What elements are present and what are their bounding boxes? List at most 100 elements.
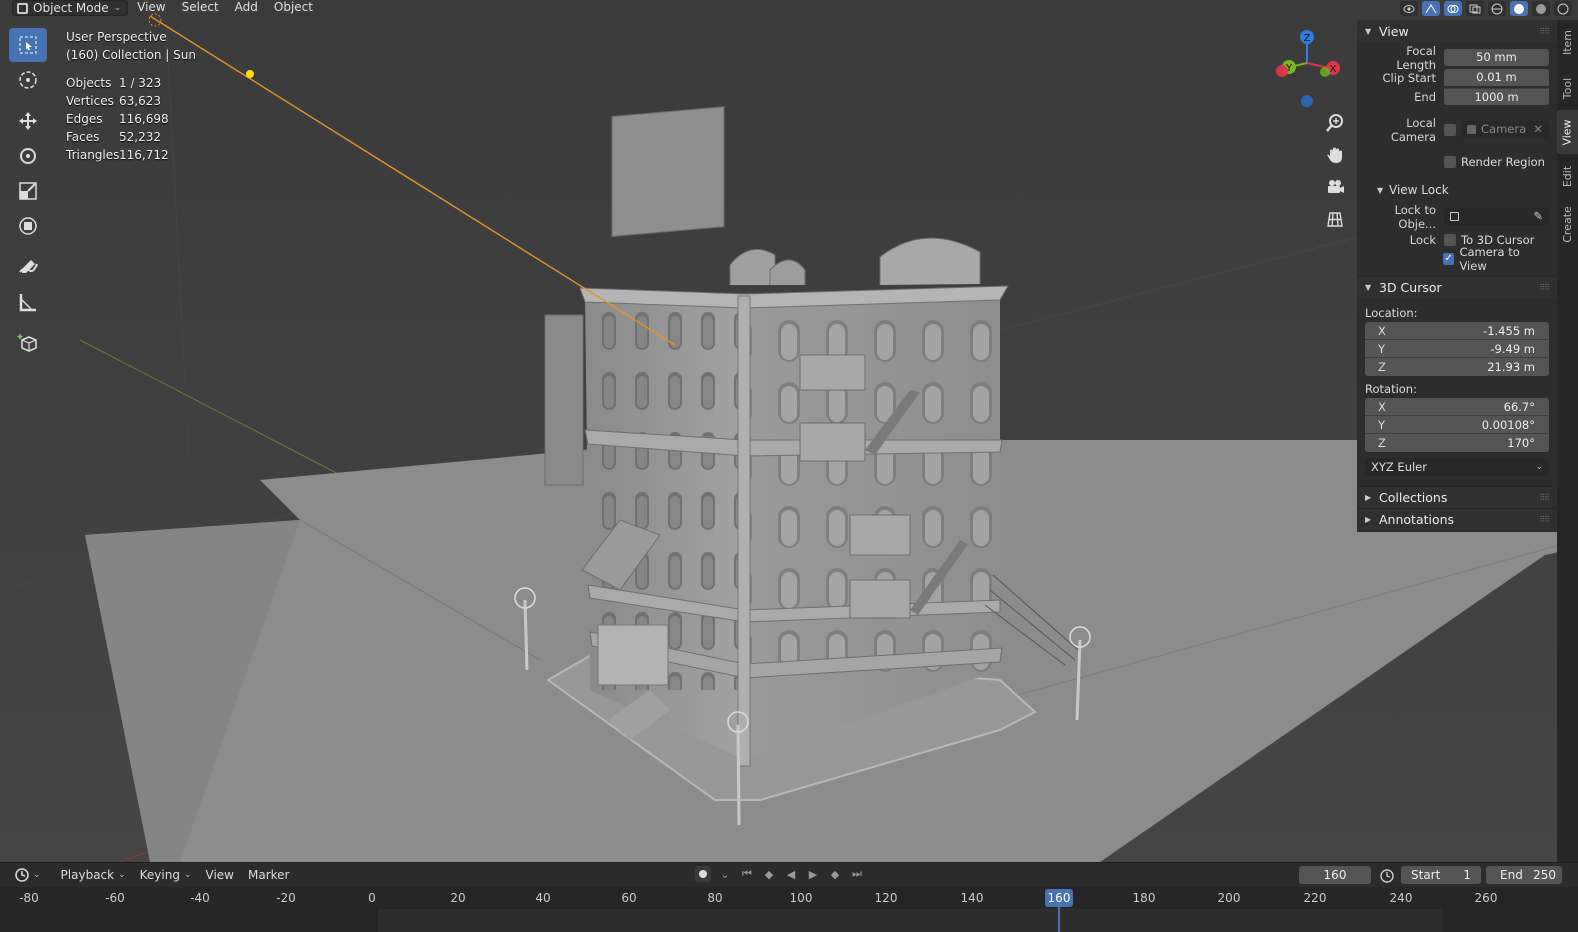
tab-label: Tool [1561,77,1574,99]
current-frame-field[interactable]: 160 [1299,866,1371,884]
jump-next-key-button[interactable]: ◆ [827,866,843,882]
tab-label: Create [1561,205,1574,243]
view-lock-subpanel-header[interactable]: ▼ View Lock [1365,181,1549,199]
rotation-mode-select[interactable]: XYZ Euler ⌄ [1365,458,1549,476]
tab-item[interactable]: Item [1557,20,1578,64]
menu-object[interactable]: Object [267,0,320,16]
camera-to-view-checkbox[interactable]: ✓ [1442,252,1455,265]
preview-range-icon[interactable] [1379,867,1395,883]
zoom-button[interactable] [1320,110,1350,136]
clip-end-field[interactable]: 1000 m [1444,88,1549,105]
drag-handle-icon[interactable]: ⠿⠿ [1539,283,1550,292]
rotation-x-field[interactable]: X 66.7° [1365,398,1549,416]
menu-label: Keying [139,868,180,882]
menu-select[interactable]: Select [175,0,226,16]
mode-selector[interactable]: Object Mode ⌄ [12,0,129,16]
camera-icon [1328,180,1344,193]
measure-tool[interactable] [9,285,47,319]
camera-field[interactable]: Camera ✕ [1461,121,1549,138]
collections-panel-header[interactable]: ▶ Collections ⠿⠿ [1357,486,1557,508]
rendered-shading-icon[interactable] [1554,1,1572,16]
menu-marker[interactable]: Marker [241,868,296,882]
tab-tool[interactable]: Tool [1557,68,1578,108]
rotation-z-field[interactable]: Z 170° [1365,434,1549,452]
view-name: User Perspective [66,30,167,44]
material-shading-icon[interactable] [1532,1,1550,16]
clear-icon[interactable]: ✕ [1533,121,1543,138]
playback-controls: ⌄ ⏮ ◆ ◀ ▶ ◆ ⏭ [695,866,865,882]
menu-timeline-view[interactable]: View [199,868,241,882]
ruler-icon [19,294,36,312]
overlay-toggle-icon[interactable] [1444,1,1462,16]
focal-length-field[interactable]: 50 mm [1444,49,1549,66]
camera-view-button[interactable] [1320,174,1350,200]
select-box-tool[interactable] [9,28,47,62]
drag-handle-icon[interactable]: ⠿⠿ [1539,27,1550,36]
menu-playback[interactable]: Playback ⌄ [54,868,133,882]
menu-keying[interactable]: Keying ⌄ [133,868,199,882]
axis-value: 21.93 m [1487,360,1535,374]
stat-row: Vertices 63,623 [66,92,169,110]
solid-shading-icon[interactable] [1510,1,1528,16]
annotate-tool[interactable] [9,250,47,284]
tab-view[interactable]: View [1557,110,1578,154]
timeline-header: ⌄ Playback ⌄ Keying ⌄ View Marker ⌄ ⏮ ◆ ◀ … [0,863,1578,887]
annotations-panel-header[interactable]: ▶ Annotations ⠿⠿ [1357,508,1557,530]
visibility-icon[interactable] [1400,1,1418,16]
jump-prev-key-button[interactable]: ◆ [761,866,777,882]
clip-start-field[interactable]: 0.01 m [1444,69,1549,86]
tab-label: Edit [1561,165,1574,187]
3d-cursor-panel-header[interactable]: ▼ 3D Cursor ⠿⠿ [1357,276,1557,298]
camera-placeholder: Camera [1481,122,1527,136]
editor-type-selector[interactable]: ⌄ [8,868,48,882]
start-frame-field[interactable]: Start 1 [1401,866,1481,884]
cursor-tool[interactable] [9,63,47,97]
lock-object-field[interactable]: ✎ [1444,208,1549,225]
3d-viewport[interactable]: Object Mode ⌄ View Select Add Object Use… [0,0,1578,862]
local-camera-checkbox[interactable] [1444,123,1456,136]
pan-button[interactable] [1320,142,1350,168]
view-panel-header[interactable]: ▼ View ⠿⠿ [1357,20,1557,42]
transform-tool[interactable] [9,209,47,243]
navigation-gizmo[interactable]: Z X Y [1270,26,1346,110]
jump-end-button[interactable]: ⏭ [849,866,865,882]
location-y-field[interactable]: Y -9.49 m [1365,340,1549,358]
auto-keying-button[interactable] [695,866,711,882]
tab-create[interactable]: Create [1557,198,1578,250]
ortho-toggle-button[interactable] [1320,206,1350,232]
playhead[interactable]: 160 [1045,889,1073,907]
play-reverse-button[interactable]: ◀ [783,866,799,882]
drag-handle-icon[interactable]: ⠿⠿ [1539,493,1550,502]
wireframe-shading-icon[interactable] [1488,1,1506,16]
play-button[interactable]: ▶ [805,866,821,882]
chevron-down-icon: ⌄ [118,870,126,880]
timeline-ruler[interactable]: -80 -60 -40 -20 0 20 40 60 80 100 120 14… [0,887,1578,932]
ruler-tick: -60 [105,891,125,905]
menu-view[interactable]: View [130,0,172,16]
hand-icon [1327,147,1342,163]
end-frame-field[interactable]: End 250 [1486,866,1562,884]
eyedropper-icon[interactable]: ✎ [1533,208,1543,225]
location-x-field[interactable]: X -1.455 m [1365,322,1549,340]
keying-chevron-icon[interactable]: ⌄ [717,866,733,882]
rotation-y-field[interactable]: Y 0.00108° [1365,416,1549,434]
tab-edit[interactable]: Edit [1557,156,1578,196]
timeline-editor: ⌄ Playback ⌄ Keying ⌄ View Marker ⌄ ⏮ ◆ ◀ … [0,862,1578,932]
rotate-tool[interactable] [9,139,47,173]
collapse-triangle-icon: ▼ [1365,283,1372,292]
stat-value: 52,232 [119,130,161,144]
drag-handle-icon[interactable]: ⠿⠿ [1539,515,1550,524]
scale-tool[interactable] [9,174,47,208]
xray-toggle-icon[interactable] [1466,1,1484,16]
gizmo-toggle-icon[interactable] [1422,1,1440,16]
to-3d-cursor-checkbox[interactable] [1444,233,1456,246]
menu-add[interactable]: Add [228,0,265,16]
jump-start-button[interactable]: ⏮ [739,866,755,882]
render-region-checkbox[interactable] [1444,156,1456,168]
focal-length-label: Focal Length [1396,43,1436,72]
location-z-field[interactable]: Z 21.93 m [1365,358,1549,376]
axis-label: Z [1378,360,1386,374]
axis-label: Y [1378,341,1386,356]
add-cube-tool[interactable] [9,326,47,360]
move-tool[interactable] [9,104,47,138]
